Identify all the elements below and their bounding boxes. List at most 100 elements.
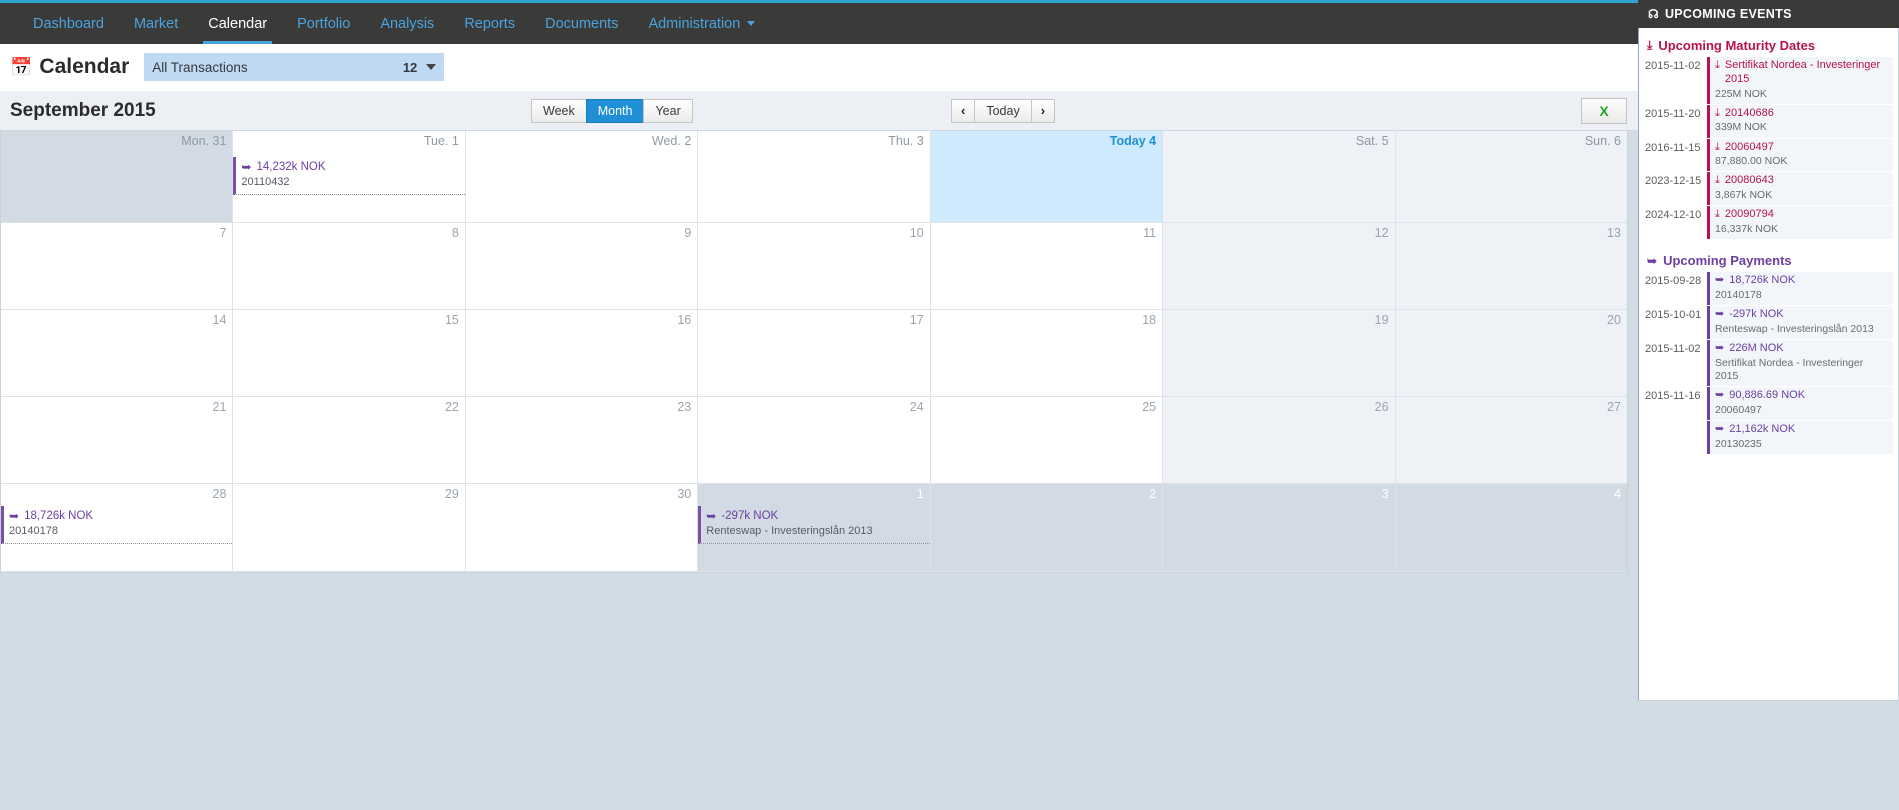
calendar-day-cell[interactable]: 8 [233, 223, 466, 310]
calendar-day-cell[interactable]: 30 [465, 484, 699, 572]
sidebar-event-card: ➥ 18,726k NOK 20140178 [1707, 272, 1893, 305]
nav-item-portfolio[interactable]: Portfolio [282, 3, 365, 44]
next-period-button[interactable]: › [1030, 98, 1056, 123]
calendar-day-cell[interactable]: 20 [1395, 310, 1627, 397]
excel-export-icon: X [1599, 102, 1609, 119]
sidebar-event-row[interactable]: 2023-12-15 ⤓ 20080643 3,867k NOK [1645, 172, 1893, 206]
calendar-event[interactable]: ➥ -297k NOK Renteswap - Investeringslån 20… [698, 506, 930, 545]
view-button-year[interactable]: Year [643, 98, 693, 123]
calendar-day-number: 18 [1142, 313, 1157, 327]
calendar-day-cell[interactable]: Wed. 2 [465, 131, 699, 223]
chevron-down-icon [747, 21, 756, 26]
nav-item-reports[interactable]: Reports [449, 3, 530, 44]
calendar-day-cell[interactable]: Today 4 [930, 131, 1164, 223]
calendar-day-cell[interactable]: 2 [930, 484, 1164, 572]
calendar-day-cell[interactable]: Sat. 5 [1163, 131, 1396, 223]
calendar-day-cell[interactable]: 12 [1163, 223, 1396, 310]
calendar-day-cell[interactable]: 7 [1, 223, 234, 310]
sidebar-section-maturity: ⤓ Upcoming Maturity Dates 2015-11-02 ⤓ Serti… [1645, 38, 1893, 240]
calendar-day-cell[interactable]: 14 [1, 310, 234, 397]
sidebar-event-title: 90,886.69 NOK [1729, 388, 1806, 401]
calendar-day-cell[interactable]: 17 [698, 310, 931, 397]
calendar-day-cell[interactable]: Sun. 6 [1395, 131, 1627, 223]
calendar-week-row: 14 15 16 17 18 19 20 [1, 310, 1627, 397]
calendar-day-cell[interactable]: Mon. 31 [1, 131, 234, 223]
calendar-month-title: September 2015 [10, 99, 156, 121]
prev-period-button[interactable]: ‹ [951, 98, 976, 123]
excel-export-button[interactable]: X [1581, 97, 1627, 124]
calendar-event-amount: 14,232k NOK [256, 161, 326, 173]
today-button[interactable]: Today [974, 98, 1032, 123]
calendar-day-cell[interactable]: 11 [930, 223, 1164, 310]
sidebar-event-row[interactable]: 2015-11-02 ⤓ Sertifikat Nordea - Investeri… [1645, 57, 1893, 104]
sidebar-event-description: Renteswap - Investeringslån 2013 [1715, 322, 1874, 335]
calendar-day-number: 22 [444, 400, 459, 414]
calendar-day-cell[interactable]: 27 [1395, 397, 1627, 484]
calendar-day-cell[interactable]: 10 [698, 223, 931, 310]
calendar-day-cell[interactable]: Thu. 3 [698, 131, 931, 223]
sidebar-section-payments: ➥ Upcoming Payments 2015-09-28 ➥ 18,726k NOK… [1645, 253, 1893, 454]
nav-item-label: Dashboard [33, 15, 104, 32]
calendar-day-cell[interactable]: 19 [1163, 310, 1396, 397]
sidebar-event-card: ⤓ 20060497 87,880.00 NOK [1707, 138, 1893, 172]
nav-item-administration[interactable]: Administration [633, 3, 770, 44]
calendar-day-cell[interactable]: 16 [465, 310, 699, 397]
calendar-day-number: 16 [677, 313, 692, 327]
sidebar-event-row[interactable]: ➥ 21,162k NOK 20130235 [1645, 420, 1893, 454]
calendar-event[interactable]: ➥ 18,726k NOK 20140178 [1, 506, 233, 545]
calendar-day-cell[interactable]: 25 [930, 397, 1164, 484]
calendar-day-cell[interactable]: 18 [930, 310, 1164, 397]
calendar-day-cell[interactable]: 29 [233, 484, 466, 572]
sidebar-event-title-row: ➥ 18,726k NOK [1715, 274, 1889, 288]
calendar-day-number: 19 [1374, 313, 1389, 327]
calendar-day-cell[interactable]: 21 [1, 397, 234, 484]
calendar-day-cell[interactable]: Tue. 1 ➥ 14,232k NOK 20110432 [233, 131, 466, 223]
calendar-day-cell[interactable]: 24 [698, 397, 931, 484]
sidebar-event-date [1645, 421, 1707, 454]
calendar-day-cell[interactable]: 22 [233, 397, 466, 484]
sidebar-event-title-row: ⤓ Sertifikat Nordea - Investeringer 2015 [1715, 59, 1889, 87]
transaction-filter-count: 12 [402, 59, 418, 75]
sidebar-event-date: 2015-11-20 [1645, 107, 1701, 120]
sidebar-event-row[interactable]: 2024-12-10 ⤓ 20090794 16,337k NOK [1645, 206, 1893, 240]
sidebar-section-title: ➥ Upcoming Payments [1647, 253, 1893, 268]
calendar-day-cell[interactable]: 15 [233, 310, 466, 397]
sidebar-event-row[interactable]: 2015-11-02 ➥ 226M NOK Sertifikat Nordea - I… [1645, 339, 1893, 386]
nav-item-dashboard[interactable]: Dashboard [18, 3, 119, 44]
sidebar-event-row[interactable]: 2015-11-20 ⤓ 20140686 339M NOK [1645, 104, 1893, 138]
sidebar-event-card: ⤓ Sertifikat Nordea - Investeringer 2015 2… [1707, 57, 1893, 104]
payment-arrow-icon: ➥ [706, 509, 717, 524]
calendar-day-number: 26 [1374, 400, 1389, 414]
sidebar-event-date: 2015-10-01 [1645, 309, 1702, 321]
nav-item-documents[interactable]: Documents [530, 3, 633, 44]
view-button-week[interactable]: Week [531, 98, 587, 123]
calendar-day-cell[interactable]: 23 [465, 397, 699, 484]
calendar-day-cell[interactable]: 1 ➥ -297k NOK Renteswap - Investeringslån 2… [698, 484, 931, 572]
calendar-event-amount: 18,726k NOK [24, 510, 94, 522]
calendar-day-cell[interactable]: 13 [1395, 223, 1627, 310]
nav-item-market[interactable]: Market [119, 3, 193, 44]
transaction-filter-select[interactable]: All Transactions 12 [144, 53, 445, 81]
calendar-event[interactable]: ➥ 14,232k NOK 20110432 [233, 157, 465, 196]
calendar-day-number: Wed. 2 [651, 134, 692, 148]
calendar-week-row: 21 22 23 24 25 26 27 [1, 397, 1627, 484]
calendar-grid: Mon. 31 Tue. 1 ➥ 14,232k NOK 20110432 Wed. 2 T… [0, 131, 1628, 573]
calendar-day-cell[interactable]: 9 [465, 223, 699, 310]
nav-item-label: Reports [464, 15, 516, 32]
sidebar-event-card: ➥ 90,886.69 NOK 20060497 [1707, 386, 1893, 420]
sidebar-event-row[interactable]: 2016-11-15 ⤓ 20060497 87,880.00 NOK [1645, 138, 1893, 172]
sidebar-event-row[interactable]: 2015-10-01 ➥ -297k NOK Renteswap - Invester… [1645, 306, 1893, 339]
calendar-day-number: 27 [1607, 400, 1621, 414]
calendar-day-cell[interactable]: 3 [1163, 484, 1396, 572]
sidebar-event-title: 226M NOK [1729, 341, 1784, 354]
nav-item-calendar[interactable]: Calendar [193, 3, 282, 44]
maturity-upload-icon: ⤓ [1715, 106, 1720, 119]
sidebar-event-row[interactable]: 2015-11-16 ➥ 90,886.69 NOK 20060497 [1645, 386, 1893, 420]
calendar-day-cell[interactable]: 4 [1395, 484, 1627, 572]
nav-item-analysis[interactable]: Analysis [365, 3, 449, 44]
nav-item-label: Analysis [380, 15, 435, 32]
calendar-day-cell[interactable]: 26 [1163, 397, 1396, 484]
calendar-day-cell[interactable]: 28 ➥ 18,726k NOK 20140178 [1, 484, 234, 572]
sidebar-event-row[interactable]: 2015-09-28 ➥ 18,726k NOK 20140178 [1645, 272, 1893, 305]
view-button-month[interactable]: Month [585, 98, 645, 123]
